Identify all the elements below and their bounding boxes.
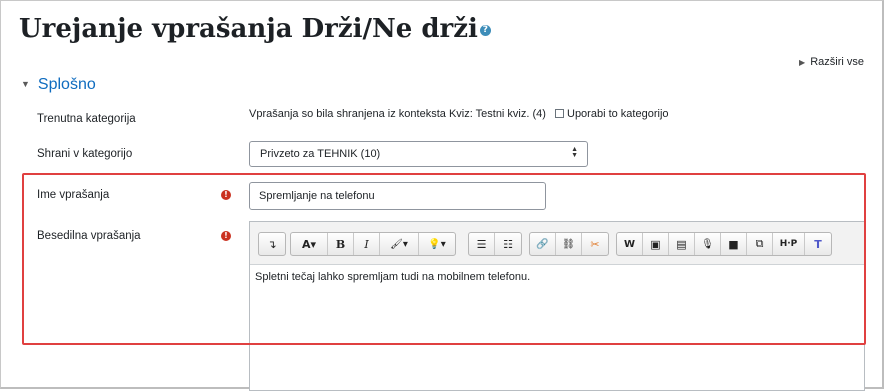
question-name-label: Ime vprašanja [37,189,110,201]
current-category-label: Trenutna kategorija [37,113,136,125]
toolbar-group-media: W ▣ ▤ 🎙 ■ ⧉ H·P T [616,232,832,256]
select-arrows-icon: ▲ ▼ [571,146,578,159]
required-icon: ! [221,190,231,200]
italic-button[interactable]: I [354,233,380,255]
bold-button[interactable]: B [328,233,354,255]
expand-all-link[interactable]: ▶ Razširi vse [799,56,864,68]
section-title: Splošno [37,76,96,93]
caret-down-icon: ▼ [21,79,30,89]
ordered-list-button[interactable]: ☷ [495,233,521,255]
section-header-general[interactable]: ▼ Splošno [21,76,96,94]
editor-content[interactable]: Spletni tečaj lahko spremljam tudi na mo… [250,265,864,345]
unlink-button[interactable]: ⛓ [556,233,582,255]
expand-all-label: Razširi vse [810,56,864,68]
current-category-text: Vprašanja so bila shranjena iz konteksta… [249,108,546,120]
save-category-selected: Privzeto za TEHNIK (10) [260,148,381,160]
question-name-input[interactable]: Spremljanje na telefonu [249,182,546,210]
record-video-button[interactable]: ■ [721,233,747,255]
question-text-label: Besedilna vprašanja [37,230,141,242]
caret-right-icon: ▶ [799,58,806,67]
emoji-button[interactable]: 💡▾ [419,233,455,255]
editor-toolbar: ↴ A▾ B I 🖌▾ 💡▾ ☰ ☷ 🔗 ⛓ ✂ W ▣ ▤ 🎙 ■ ⧉ H·P… [250,222,864,265]
teams-button[interactable]: T [805,233,831,255]
save-category-label: Shrani v kategorijo [37,148,133,160]
current-category-value: Vprašanja so bila shranjena iz konteksta… [249,108,669,120]
save-category-select[interactable]: Privzeto za TEHNIK (10) ▲ ▼ [249,141,588,167]
help-icon[interactable]: ? [479,24,491,36]
link-button[interactable]: 🔗 [530,233,556,255]
text-color-button[interactable]: 🖌▾ [380,233,419,255]
manage-files-button[interactable]: ⧉ [747,233,773,255]
font-style-button[interactable]: A▾ [291,233,328,255]
toolbar-group-links: 🔗 ⛓ ✂ [529,232,609,256]
required-icon: ! [221,231,231,241]
toolbar-group-collapse: ↴ [258,232,286,256]
use-category-checkbox[interactable] [555,109,564,118]
unordered-list-button[interactable]: ☰ [469,233,495,255]
h5p-button[interactable]: H·P [773,233,805,255]
collapse-toggle-button[interactable]: ↴ [259,233,285,255]
record-audio-button[interactable]: 🎙 [695,233,721,255]
image-button[interactable]: ▣ [643,233,669,255]
no-autolink-button[interactable]: ✂ [582,233,608,255]
word-import-button[interactable]: W [617,233,643,255]
question-text-editor[interactable]: ↴ A▾ B I 🖌▾ 💡▾ ☰ ☷ 🔗 ⛓ ✂ W ▣ ▤ 🎙 ■ ⧉ H·P… [249,221,865,391]
toolbar-group-lists: ☰ ☷ [468,232,522,256]
page-title: Urejanje vprašanja Drži/Ne drži? [19,14,491,44]
use-category-label[interactable]: Uporabi to kategorijo [567,108,669,120]
toolbar-group-style: A▾ B I 🖌▾ 💡▾ [290,232,456,256]
media-button[interactable]: ▤ [669,233,695,255]
